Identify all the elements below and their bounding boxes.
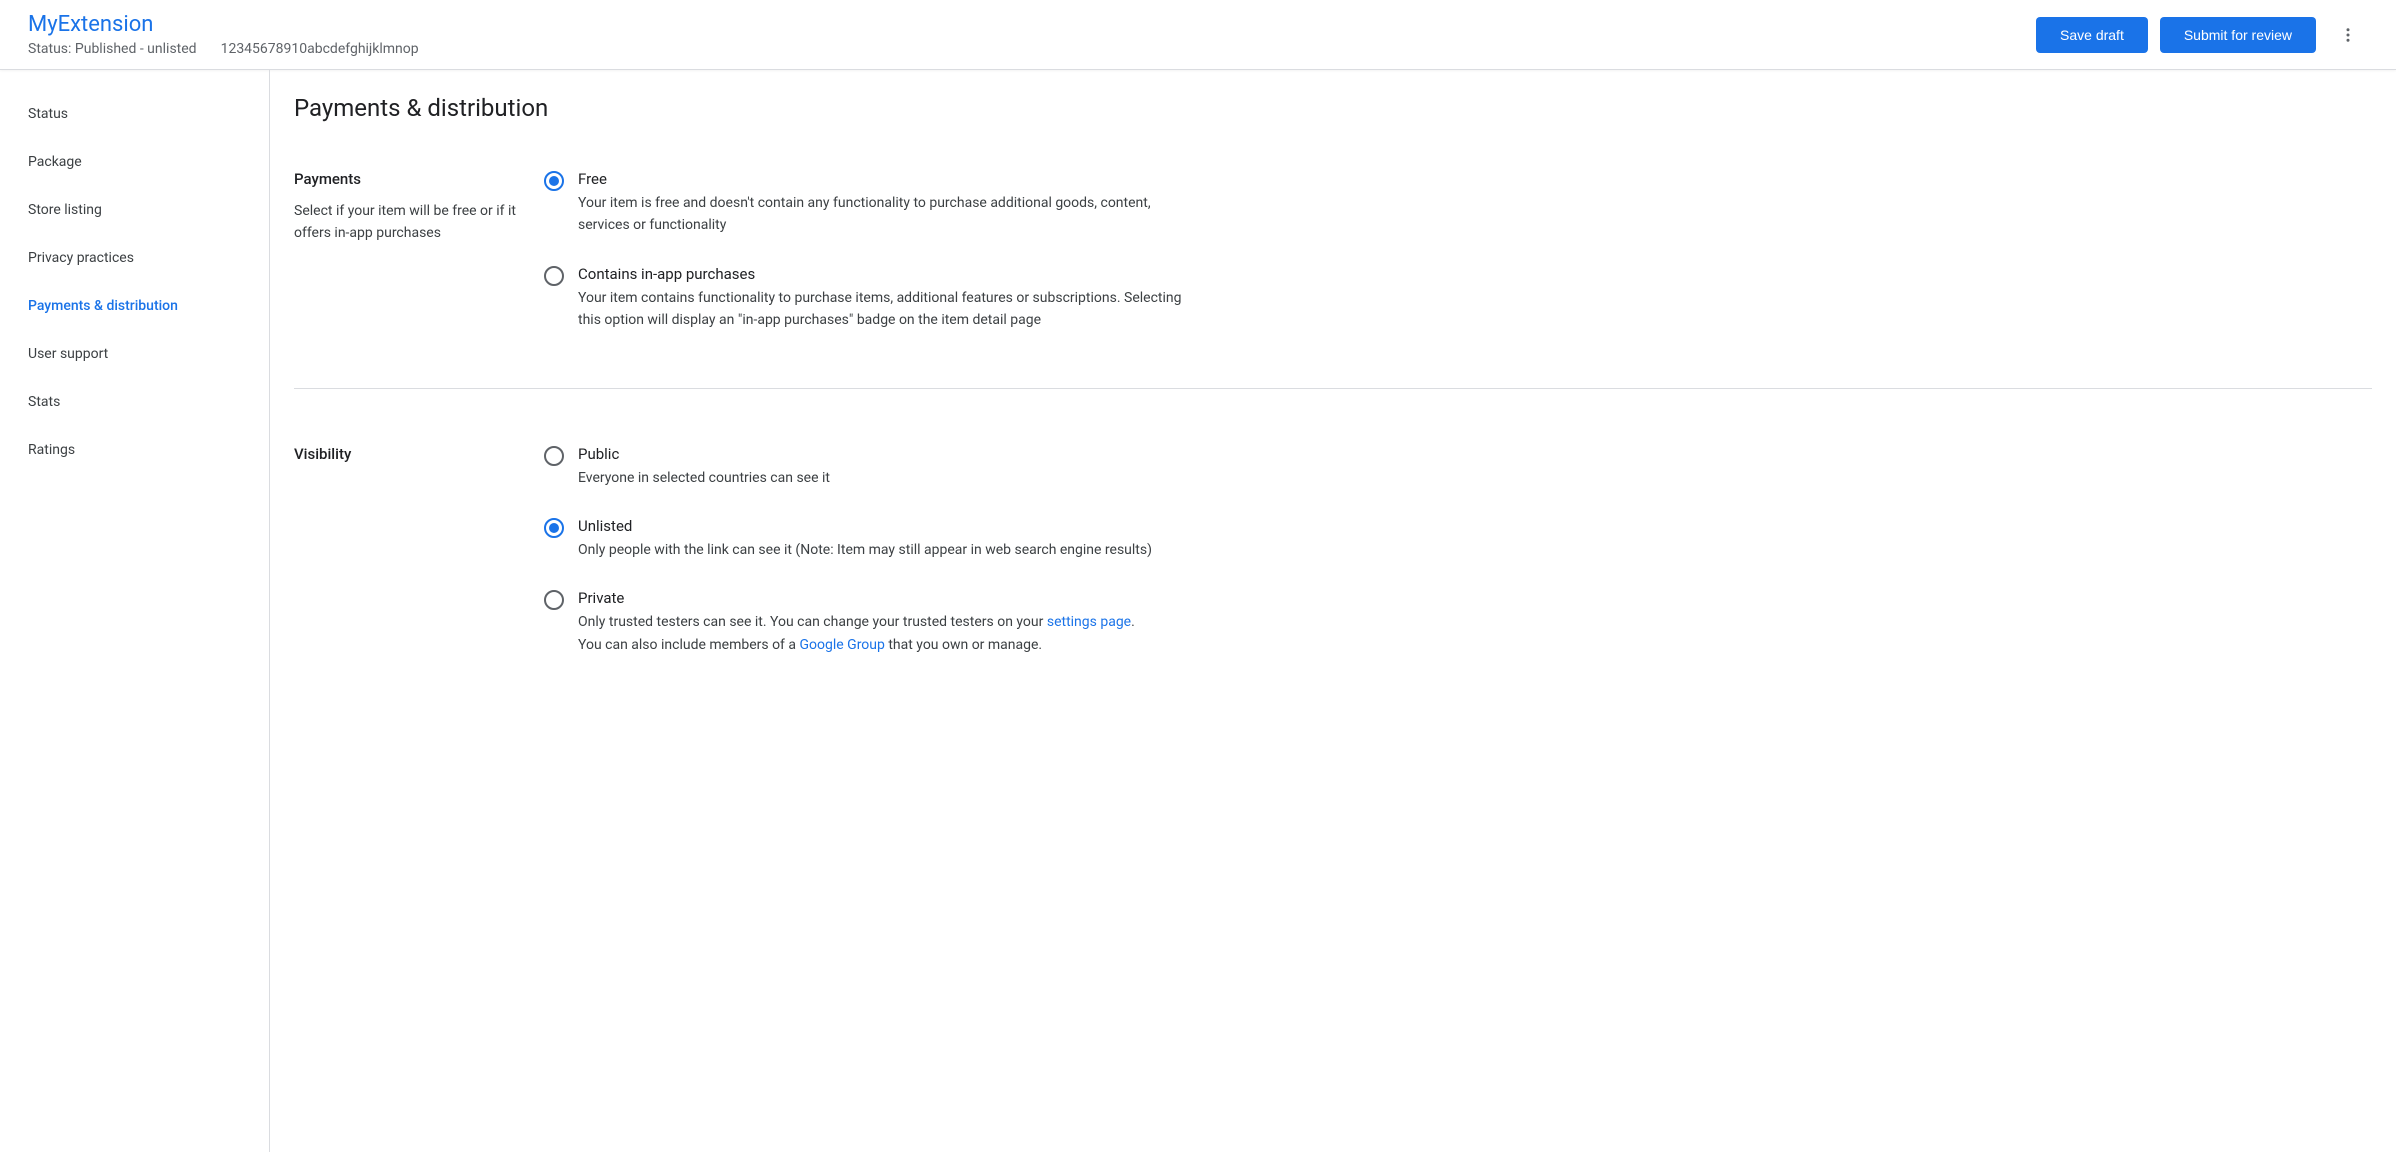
radio-desc: Your item is free and doesn't contain an… — [578, 192, 1184, 237]
sidebar-item-user-support[interactable]: User support — [0, 330, 269, 378]
settings-page-link[interactable]: settings page — [1047, 614, 1131, 630]
radio-desc: Everyone in selected countries can see i… — [578, 467, 1184, 489]
desc-text: . — [1131, 614, 1135, 630]
radio-desc: Only people with the link can see it (No… — [578, 539, 1184, 561]
radio-title: Contains in-app purchases — [578, 265, 1184, 283]
radio-content: Contains in-app purchases Your item cont… — [578, 265, 1184, 332]
section-label: Visibility — [294, 445, 544, 657]
container: Status Package Store listing Privacy pra… — [0, 70, 2396, 1152]
radio-button[interactable] — [544, 518, 564, 538]
payments-label: Payments — [294, 170, 544, 188]
radio-title: Unlisted — [578, 517, 1184, 535]
radio-content: Unlisted Only people with the link can s… — [578, 517, 1184, 561]
save-draft-button[interactable]: Save draft — [2036, 17, 2148, 53]
radio-title: Free — [578, 170, 1184, 188]
visibility-options: Public Everyone in selected countries ca… — [544, 445, 1184, 657]
radio-content: Public Everyone in selected countries ca… — [578, 445, 1184, 489]
payments-section: Payments Select if your item will be fre… — [294, 170, 2372, 389]
page-title: Payments & distribution — [294, 94, 2372, 122]
payments-options: Free Your item is free and doesn't conta… — [544, 170, 1184, 332]
desc-text: You can also include members of a — [578, 637, 799, 653]
radio-button[interactable] — [544, 446, 564, 466]
radio-content: Free Your item is free and doesn't conta… — [578, 170, 1184, 237]
google-group-link[interactable]: Google Group — [799, 637, 884, 653]
visibility-section: Visibility Public Everyone in selected c… — [294, 445, 2372, 713]
radio-option-unlisted[interactable]: Unlisted Only people with the link can s… — [544, 517, 1184, 561]
visibility-label: Visibility — [294, 445, 544, 463]
submit-review-button[interactable]: Submit for review — [2160, 17, 2316, 53]
main-content: Payments & distribution Payments Select … — [270, 70, 2396, 1152]
radio-option-free[interactable]: Free Your item is free and doesn't conta… — [544, 170, 1184, 237]
radio-title: Private — [578, 589, 1184, 607]
section-label: Payments Select if your item will be fre… — [294, 170, 544, 332]
extension-title[interactable]: MyExtension — [28, 12, 419, 37]
radio-content: Private Only trusted testers can see it.… — [578, 589, 1184, 656]
payments-desc: Select if your item will be free or if i… — [294, 200, 544, 245]
radio-desc: Your item contains functionality to purc… — [578, 287, 1184, 332]
item-id: 12345678910abcdefghijklmnop — [221, 41, 419, 57]
more-vert-icon — [2339, 26, 2357, 44]
sidebar-item-package[interactable]: Package — [0, 138, 269, 186]
header-meta: Status: Published - unlisted 12345678910… — [28, 41, 419, 57]
radio-desc: Only trusted testers can see it. You can… — [578, 611, 1184, 656]
sidebar-item-stats[interactable]: Stats — [0, 378, 269, 426]
desc-text: Only trusted testers can see it. You can… — [578, 614, 1047, 630]
radio-option-iap[interactable]: Contains in-app purchases Your item cont… — [544, 265, 1184, 332]
status-text: Status: Published - unlisted — [28, 41, 197, 57]
radio-button[interactable] — [544, 171, 564, 191]
header: MyExtension Status: Published - unlisted… — [0, 0, 2396, 70]
radio-option-public[interactable]: Public Everyone in selected countries ca… — [544, 445, 1184, 489]
radio-button[interactable] — [544, 590, 564, 610]
sidebar-item-payments[interactable]: Payments & distribution — [0, 282, 269, 330]
sidebar-item-store-listing[interactable]: Store listing — [0, 186, 269, 234]
more-menu-button[interactable] — [2328, 15, 2368, 55]
header-left: MyExtension Status: Published - unlisted… — [28, 12, 419, 57]
header-right: Save draft Submit for review — [2036, 15, 2368, 55]
desc-text: that you own or manage. — [885, 637, 1042, 653]
radio-button[interactable] — [544, 266, 564, 286]
radio-title: Public — [578, 445, 1184, 463]
radio-option-private[interactable]: Private Only trusted testers can see it.… — [544, 589, 1184, 656]
sidebar-item-status[interactable]: Status — [0, 90, 269, 138]
sidebar-item-ratings[interactable]: Ratings — [0, 426, 269, 474]
sidebar-item-privacy[interactable]: Privacy practices — [0, 234, 269, 282]
sidebar: Status Package Store listing Privacy pra… — [0, 70, 270, 1152]
